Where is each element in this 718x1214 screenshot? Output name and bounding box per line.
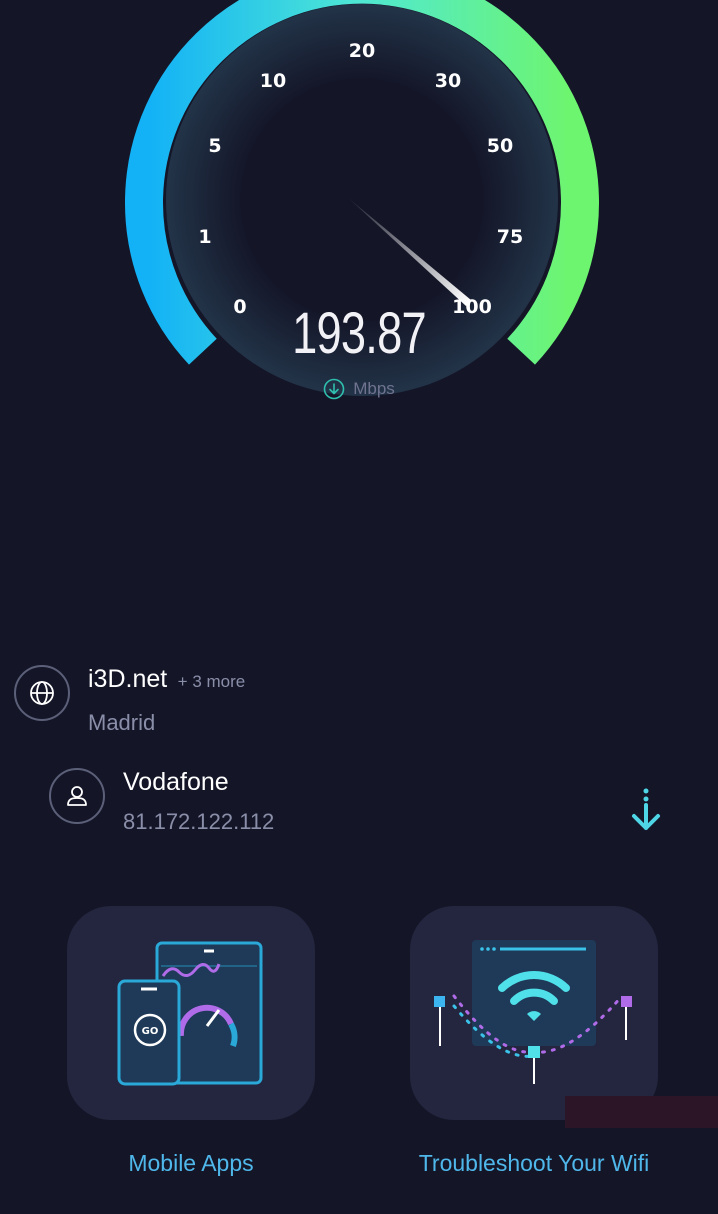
unit-label: Mbps: [353, 379, 395, 398]
globe-icon-wrapper: [14, 665, 70, 721]
provider-name: Vodafone: [123, 768, 229, 796]
unit-row: Mbps: [0, 378, 718, 400]
download-arrow-icon: [632, 788, 660, 830]
tick-label: 1: [198, 226, 211, 248]
mobile-apps-label[interactable]: Mobile Apps: [67, 1150, 315, 1177]
troubleshoot-wifi-tile[interactable]: [410, 906, 658, 1120]
server-name: i3D.net: [88, 665, 168, 693]
corner-overlay: [565, 1096, 718, 1128]
provider-text: Vodafone 81.172.122.112: [123, 768, 274, 835]
server-more-link[interactable]: + 3 more: [178, 672, 246, 691]
go-text: GO: [142, 1026, 159, 1037]
server-selector[interactable]: i3D.net + 3 more Madrid: [14, 665, 245, 736]
server-title-line: i3D.net + 3 more: [88, 665, 245, 694]
tick-label: 5: [208, 135, 221, 157]
tick-label: 20: [349, 40, 375, 62]
tick-label: 75: [497, 226, 523, 248]
provider-info: Vodafone 81.172.122.112: [49, 768, 274, 835]
troubleshoot-wifi-label[interactable]: Troubleshoot Your Wifi: [384, 1150, 684, 1177]
server-text: i3D.net + 3 more Madrid: [88, 665, 245, 736]
download-circle-icon: [323, 378, 345, 400]
tick-label: 30: [435, 70, 461, 92]
user-icon-wrapper: [49, 768, 105, 824]
mobile-apps-illustration: GO: [117, 941, 263, 1086]
wifi-illustration: [434, 940, 632, 1084]
tick-label: 10: [260, 70, 286, 92]
globe-icon: [30, 681, 54, 705]
mobile-apps-tile[interactable]: GO: [67, 906, 315, 1120]
provider-ip: 81.172.122.112: [123, 809, 275, 834]
user-icon: [67, 786, 87, 806]
tick-label: 50: [487, 135, 513, 157]
server-location: Madrid: [88, 710, 156, 735]
speed-value: 193.87: [292, 301, 426, 366]
